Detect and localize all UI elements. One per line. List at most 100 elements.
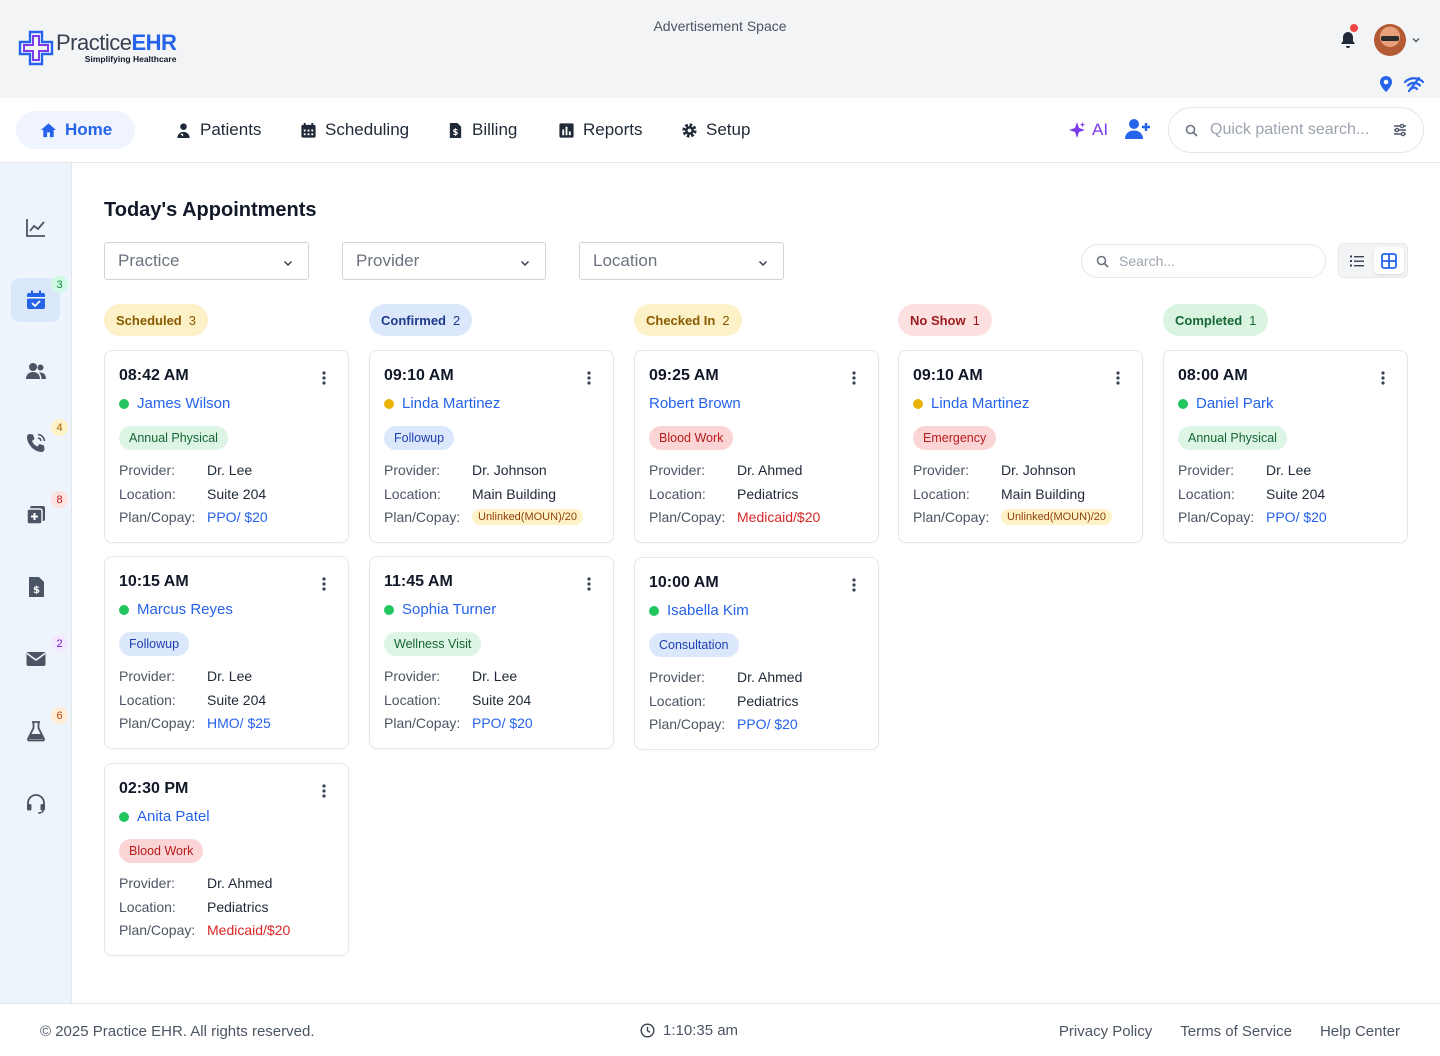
- brand-name: PracticeEHR: [56, 30, 177, 56]
- location-label: Location:: [119, 486, 176, 502]
- more-options-icon[interactable]: [322, 577, 326, 591]
- provider-label: Provider:: [649, 669, 706, 685]
- status-dot: [1178, 398, 1188, 409]
- connection-icon[interactable]: [1403, 75, 1425, 93]
- appointment-time: 08:42 AM: [119, 367, 189, 384]
- grid-view-button[interactable]: [1374, 247, 1404, 274]
- user-avatar[interactable]: [1374, 24, 1406, 56]
- location-value: Suite 204: [472, 692, 532, 708]
- terms-of-service-link[interactable]: Terms of Service: [1180, 1023, 1292, 1040]
- sidebar-item-labs[interactable]: 6: [11, 707, 68, 753]
- clock-icon: [640, 1023, 655, 1038]
- provider-label: Provider:: [384, 668, 441, 684]
- more-options-icon[interactable]: [587, 371, 591, 385]
- patient-name-link[interactable]: Linda Martinez: [384, 395, 500, 412]
- provider-label: Provider:: [649, 462, 706, 478]
- add-patient-icon[interactable]: [1125, 118, 1151, 140]
- nav-home[interactable]: Home: [16, 111, 135, 149]
- appointment-card[interactable]: 11:45 AM Sophia Turner Wellness Visit Provi…: [369, 556, 614, 749]
- provider-select[interactable]: Provider: [342, 242, 546, 280]
- location-pin-icon[interactable]: [1378, 75, 1394, 93]
- status-dot: [119, 604, 129, 615]
- sidebar-item-support[interactable]: [11, 781, 60, 825]
- chevron-down-icon[interactable]: [1411, 35, 1421, 45]
- footer-links: Privacy Policy Terms of Service Help Cen…: [1059, 1023, 1400, 1040]
- sidebar-item-messages[interactable]: 2: [11, 635, 68, 681]
- plan-copay-row: Plan/Copay: PPO/ $20: [119, 509, 268, 525]
- line-chart-icon: [25, 219, 45, 237]
- status-label: Checked In: [646, 312, 716, 328]
- nav-reports[interactable]: Reports: [558, 111, 643, 149]
- bell-icon[interactable]: [1338, 30, 1358, 50]
- patient-name-link[interactable]: Daniel Park: [1178, 395, 1274, 412]
- location-label: Location:: [649, 486, 706, 502]
- status-dot: [649, 605, 659, 616]
- patient-name-link[interactable]: Robert Brown: [649, 395, 741, 412]
- location-value: Suite 204: [207, 692, 267, 708]
- patient-name-link[interactable]: Anita Patel: [119, 808, 210, 825]
- sidebar-item-clinical[interactable]: 8: [11, 491, 68, 537]
- patient-name-link[interactable]: Linda Martinez: [913, 395, 1029, 412]
- more-options-icon[interactable]: [1116, 371, 1120, 385]
- appointment-card[interactable]: 08:42 AM James Wilson Annual Physical Provi…: [104, 350, 349, 543]
- help-center-link[interactable]: Help Center: [1320, 1023, 1400, 1040]
- list-view-button[interactable]: [1342, 247, 1372, 274]
- nav-billing[interactable]: $ Billing: [447, 111, 517, 149]
- more-options-icon[interactable]: [852, 578, 856, 592]
- appointment-card[interactable]: 09:10 AM Linda Martinez Emergency Provider:…: [898, 350, 1143, 543]
- appointment-card[interactable]: 10:15 AM Marcus Reyes Followup Provider: Dr.…: [104, 556, 349, 749]
- nav-scheduling[interactable]: Scheduling: [300, 111, 409, 149]
- sidebar-item-appointments[interactable]: 3: [11, 276, 68, 322]
- nav-patients[interactable]: Patients: [175, 111, 261, 149]
- more-options-icon[interactable]: [852, 371, 856, 385]
- search-icon: [1096, 255, 1109, 268]
- provider-label: Provider:: [1178, 462, 1235, 478]
- plan-copay-label: Plan/Copay:: [119, 509, 196, 525]
- list-icon: [1350, 255, 1364, 266]
- patient-name-link[interactable]: James Wilson: [119, 395, 230, 412]
- appointment-card[interactable]: 09:10 AM Linda Martinez Followup Provider: D…: [369, 350, 614, 543]
- appointment-search[interactable]: [1081, 244, 1326, 278]
- ai-button[interactable]: AI: [1068, 120, 1108, 140]
- app-logo[interactable]: PracticeEHR Simplifying Healthcare: [18, 30, 177, 66]
- appointment-card[interactable]: 10:00 AM Isabella Kim Consultation Provider…: [634, 557, 879, 750]
- appointment-search-input[interactable]: [1119, 253, 1309, 269]
- status-label: Completed: [1175, 312, 1243, 328]
- sidebar-item-billing[interactable]: $: [11, 565, 60, 609]
- more-options-icon[interactable]: [587, 577, 591, 591]
- messages-badge: 2: [51, 635, 68, 652]
- logo-cross-icon: [18, 30, 54, 66]
- location-row: Location: Suite 204: [119, 486, 266, 502]
- headset-icon: [26, 794, 45, 814]
- sidebar-item-patients[interactable]: [11, 349, 60, 393]
- patient-name-link[interactable]: Isabella Kim: [649, 602, 749, 619]
- location-value: Suite 204: [207, 486, 267, 502]
- plan-copay-row: Plan/Copay: PPO/ $20: [649, 716, 798, 732]
- patient-name: Anita Patel: [137, 808, 210, 825]
- patient-name-link[interactable]: Marcus Reyes: [119, 601, 233, 618]
- appointment-card[interactable]: 09:25 AM Robert Brown Blood Work Provider: D…: [634, 350, 879, 543]
- appointment-time: 10:15 AM: [119, 573, 189, 590]
- more-options-icon[interactable]: [1381, 371, 1385, 385]
- location-value: Pediatrics: [207, 899, 269, 915]
- appointment-card[interactable]: 08:00 AM Daniel Park Annual Physical Provid…: [1163, 350, 1408, 543]
- plan-copay-label: Plan/Copay:: [1178, 509, 1255, 525]
- more-options-icon[interactable]: [322, 371, 326, 385]
- nav-setup[interactable]: Setup: [681, 111, 750, 149]
- plan-copay-value: PPO/ $20: [207, 509, 268, 525]
- status-dot: [119, 398, 129, 409]
- patient-name-link[interactable]: Sophia Turner: [384, 601, 496, 618]
- more-options-icon[interactable]: [322, 784, 326, 798]
- sidebar-item-analytics[interactable]: [11, 205, 60, 249]
- privacy-policy-link[interactable]: Privacy Policy: [1059, 1023, 1152, 1040]
- appointment-card[interactable]: 02:30 PM Anita Patel Blood Work Provider: Dr…: [104, 763, 349, 956]
- visit-type-tag: Annual Physical: [1178, 426, 1287, 450]
- patient-name: Robert Brown: [649, 395, 741, 412]
- sidebar-item-calls[interactable]: 4: [11, 419, 68, 465]
- sliders-icon[interactable]: [1393, 123, 1407, 137]
- location-select[interactable]: Location: [579, 242, 784, 280]
- quick-search-input[interactable]: [1210, 121, 1390, 139]
- quick-patient-search[interactable]: [1168, 107, 1424, 153]
- practice-select[interactable]: Practice: [104, 242, 309, 280]
- visit-type-tag: Blood Work: [119, 839, 204, 863]
